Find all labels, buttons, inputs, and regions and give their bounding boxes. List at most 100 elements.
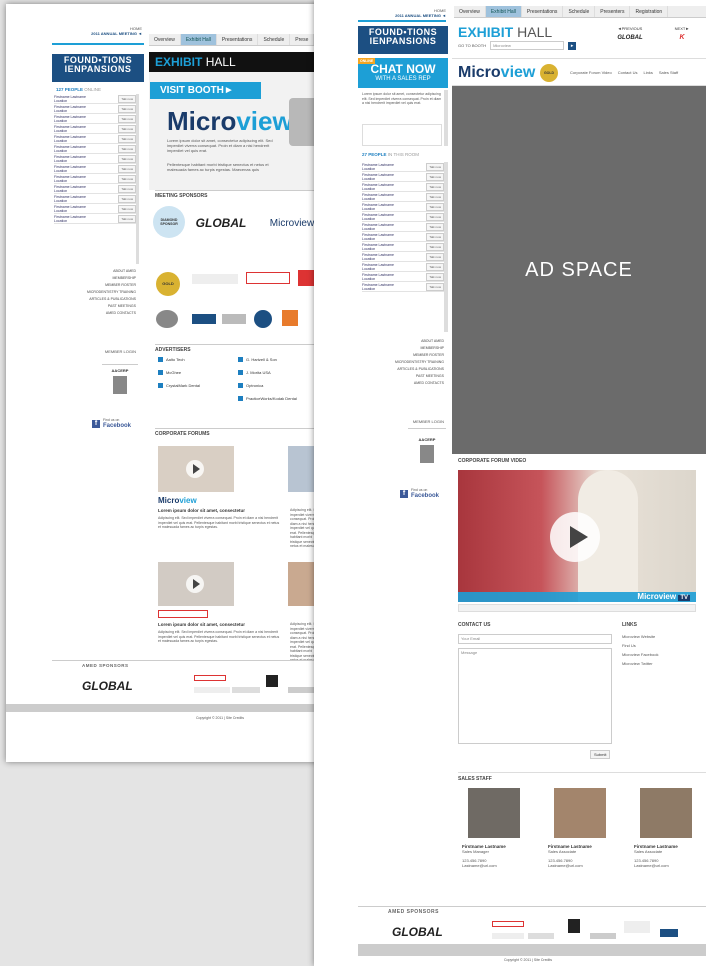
annual-meeting-link[interactable]: 2011 ANNUAL MEETING ◄ [52, 31, 142, 36]
talk-now-button[interactable]: Talk now [426, 162, 444, 171]
staff-email[interactable]: Lastname@url.com [548, 863, 624, 868]
nav-link-articles-publications[interactable]: ARTICLES & PUBLICATIONS [358, 366, 444, 373]
person-name[interactable]: Firstname Lastname [54, 125, 86, 129]
nav-link-about-amed[interactable]: ABOUT AMED [358, 338, 444, 345]
person-name[interactable]: Firstname Lastname [54, 205, 86, 209]
talk-now-button[interactable]: Talk now [426, 192, 444, 201]
tab-presenters[interactable]: Presenters [595, 6, 631, 17]
sponsor-logo-seal[interactable] [254, 310, 272, 328]
footer-sponsor-quintessence[interactable] [492, 933, 524, 939]
nav-link-microdentistry-training[interactable]: MICRODENTISTRY TRAINING [358, 359, 444, 366]
nav-link-amed-contacts[interactable]: AMED CONTACTS [52, 310, 136, 317]
people-list-scrollbar[interactable] [136, 94, 139, 264]
footer-sponsor-zeiss[interactable] [266, 675, 278, 687]
person-name[interactable]: Firstname Lastname [362, 223, 394, 227]
person-name[interactable]: Firstname Lastname [362, 203, 394, 207]
person-name[interactable]: Firstname Lastname [54, 155, 86, 159]
message-field[interactable]: Message [458, 648, 612, 744]
people-list-scrollbar[interactable] [444, 162, 448, 332]
talk-now-button[interactable]: Talk now [118, 214, 136, 223]
forum-video-thumb-1[interactable] [158, 446, 234, 492]
sponsor-logo-dental[interactable] [246, 272, 290, 284]
advertiser-name[interactable]: McGhee [166, 370, 181, 375]
talk-now-button[interactable]: Talk now [118, 124, 136, 133]
submit-button[interactable]: Submit [590, 750, 611, 759]
person-name[interactable]: Firstname Lastname [54, 135, 86, 139]
person-name[interactable]: Firstname Lastname [54, 195, 86, 199]
previous-booth-link[interactable]: ◄PREVIOUS GLOBAL [610, 26, 650, 41]
person-name[interactable]: Firstname Lastname [54, 215, 86, 219]
footer-sponsor-blue[interactable] [660, 929, 678, 937]
link-item[interactable]: Microview Facebook [622, 650, 702, 659]
advertiser-item[interactable]: PracticeWorks/Kodak Dental [238, 395, 318, 402]
person-name[interactable]: Firstname Lastname [362, 273, 394, 277]
advertiser-item[interactable]: G. Hartzell & Son [238, 356, 318, 363]
person-name[interactable]: Firstname Lastname [362, 173, 394, 177]
advertiser-name[interactable]: CrystalMark Dental [166, 383, 200, 388]
booth-link-contact-us[interactable]: Contact Us [618, 70, 638, 75]
advertiser-name[interactable]: J. Morita USA [246, 370, 271, 375]
play-icon[interactable] [550, 512, 600, 562]
email-field[interactable]: Your Email [458, 634, 612, 644]
footer-global-logo[interactable]: GLOBAL [392, 925, 443, 939]
footer-sponsor-dental[interactable] [194, 675, 226, 681]
talk-now-button[interactable]: Talk now [426, 262, 444, 271]
annual-meeting-link[interactable]: 2011 ANNUAL MEETING ◄ [358, 13, 446, 18]
sponsor-logo-quintessence[interactable] [192, 274, 238, 284]
nav-link-membership[interactable]: MEMBERSHIP [52, 275, 136, 282]
tab-schedule[interactable]: Schedule [258, 34, 291, 45]
footer-sponsor-dental[interactable] [492, 921, 524, 927]
tab-exhibit-hall[interactable]: Exhibit Hall [485, 6, 522, 17]
nav-link-microdentistry-training[interactable]: MICRODENTISTRY TRAINING [52, 289, 136, 296]
staff-email[interactable]: Lastname@url.com [634, 863, 710, 868]
link-item[interactable]: Microview Twitter [622, 659, 702, 668]
person-name[interactable]: Firstname Lastname [54, 165, 86, 169]
talk-now-button[interactable]: Talk now [118, 204, 136, 213]
nav-link-membership[interactable]: MEMBERSHIP [358, 345, 444, 352]
person-name[interactable]: Firstname Lastname [362, 163, 394, 167]
staff-email[interactable]: Lastname@url.com [462, 863, 538, 868]
advertiser-item[interactable]: CrystalMark Dental [158, 382, 238, 389]
sponsor-global-logo[interactable]: GLOBAL [188, 210, 254, 236]
talk-now-button[interactable]: Talk now [426, 232, 444, 241]
nav-link-amed-contacts[interactable]: AMED CONTACTS [358, 380, 444, 387]
person-name[interactable]: Firstname Lastname [54, 115, 86, 119]
talk-now-button[interactable]: Talk now [426, 182, 444, 191]
footer-sponsor-quintessence[interactable] [194, 687, 230, 693]
link-item[interactable]: Microview Website [622, 632, 702, 641]
advertiser-name[interactable]: Optronica [246, 383, 263, 388]
advertiser-name[interactable]: Aalto Tech [166, 357, 185, 362]
advertiser-item[interactable]: Aalto Tech [158, 356, 238, 363]
chat-scrollbar[interactable] [444, 90, 448, 146]
visit-booth-button[interactable]: VISIT BOOTH► [150, 82, 261, 99]
talk-now-button[interactable]: Talk now [118, 134, 136, 143]
video-controls[interactable] [458, 604, 696, 612]
chat-now-button[interactable]: ONLINE CHAT NOW WITH A SALES REP [358, 58, 448, 88]
ad-space[interactable]: AD SPACE [452, 86, 706, 454]
person-name[interactable]: Firstname Lastname [362, 253, 394, 257]
footer-sponsor-nobel[interactable] [624, 921, 650, 933]
talk-now-button[interactable]: Talk now [118, 94, 136, 103]
nav-link-member-roster[interactable]: MEMBER ROSTER [52, 282, 136, 289]
person-name[interactable]: Firstname Lastname [54, 95, 86, 99]
advertiser-name[interactable]: PracticeWorks/Kodak Dental [246, 396, 297, 401]
advertiser-item[interactable]: McGhee [158, 369, 238, 376]
person-name[interactable]: Firstname Lastname [362, 243, 394, 247]
booth-go-button[interactable]: ▸ [568, 41, 577, 50]
talk-now-button[interactable]: Talk now [426, 242, 444, 251]
booth-link-links[interactable]: Links [644, 70, 653, 75]
person-name[interactable]: Firstname Lastname [362, 263, 394, 267]
booth-link-corporate-forum-video[interactable]: Corporate Forum Video [570, 70, 612, 75]
foundations-logo[interactable]: FOUND•TIONS IENPANSIONS [358, 26, 448, 54]
talk-now-button[interactable]: Talk now [426, 252, 444, 261]
person-name[interactable]: Firstname Lastname [362, 283, 394, 287]
sponsor-logo-blue[interactable] [192, 314, 216, 324]
person-name[interactable]: Firstname Lastname [362, 193, 394, 197]
link-item[interactable]: Find Us [622, 641, 702, 650]
forum-title-1[interactable]: Lorem ipsum dolor sit amet, consectetur [158, 508, 286, 513]
footer-global-logo[interactable]: GLOBAL [82, 679, 133, 693]
nav-link-about-amed[interactable]: ABOUT AMED [52, 268, 136, 275]
facebook-link[interactable]: f Find us on Facebook [400, 488, 439, 499]
tab-exhibit-hall[interactable]: Exhibit Hall [180, 34, 217, 45]
person-name[interactable]: Firstname Lastname [54, 185, 86, 189]
